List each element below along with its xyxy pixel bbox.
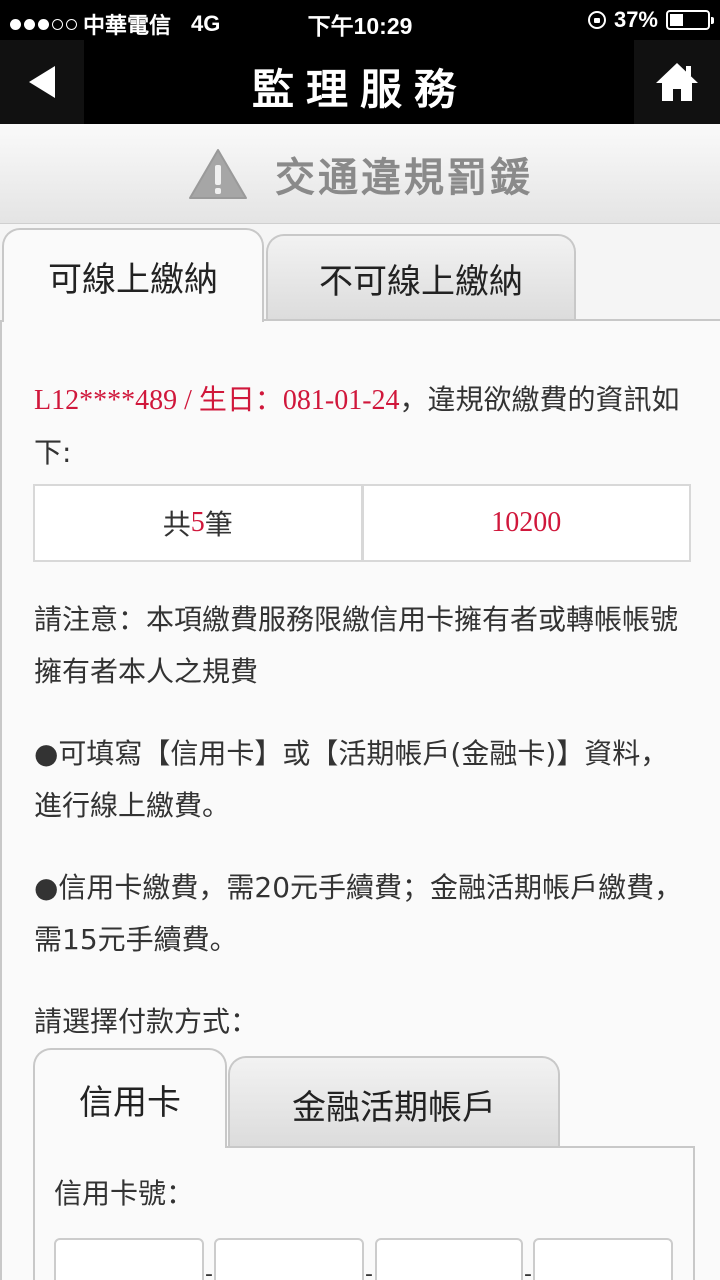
violation-info: L12****489 / 生日：081-01-24，違規欲繳費的資訊如下: <box>34 374 694 479</box>
summary-table: 共5筆 10200 <box>33 484 691 562</box>
notice-text: 請注意：本項繳費服務限繳信用卡擁有者或轉帳帳號擁有者本人之規費 <box>34 603 679 688</box>
nav-bar: 監理服務 <box>0 40 720 124</box>
card-number-input-3[interactable] <box>375 1238 523 1280</box>
id-birthday: L12****489 / 生日：081-01-24 <box>34 385 400 416</box>
card-separator: - <box>205 1262 213 1280</box>
rotation-lock-icon <box>587 11 606 29</box>
battery-percent: 37% <box>613 7 658 32</box>
inner-tab-underline <box>226 1146 695 1148</box>
tab-online-payable[interactable]: 可線上繳納 <box>2 228 264 322</box>
payment-prompt: 請選擇付款方式： <box>34 1005 259 1038</box>
card-number-input-4[interactable] <box>533 1238 673 1280</box>
tab-not-online-payable[interactable]: 不可線上繳納 <box>266 234 576 320</box>
tab-label: 信用卡 <box>79 1082 181 1123</box>
card-number-input-1[interactable] <box>54 1238 204 1280</box>
battery-icon <box>666 10 714 30</box>
card-number-label: 信用卡號： <box>54 1177 195 1210</box>
card-number-input-2[interactable] <box>214 1238 364 1280</box>
tab-label: 可線上繳納 <box>48 259 218 300</box>
card-separator: - <box>365 1262 373 1280</box>
record-count-cell: 共5筆 <box>35 486 361 560</box>
status-bar: 中華電信 4G 下午10:29 37% <box>0 0 720 40</box>
tab-label: 金融活期帳戶 <box>292 1088 496 1128</box>
warning-icon <box>189 148 247 199</box>
total-amount-cell: 10200 <box>360 486 690 560</box>
tab-label: 不可線上繳納 <box>319 261 523 302</box>
tab-credit-card[interactable]: 信用卡 <box>33 1048 227 1148</box>
card-separator: - <box>524 1262 532 1280</box>
section-header: 交通違規罰鍰 <box>0 124 720 224</box>
tab-underline <box>264 319 720 321</box>
record-count: 5 <box>190 507 205 538</box>
count-suffix: 筆 <box>204 508 233 541</box>
bullet-payment-options: ●可填寫【信用卡】或【活期帳戶(金融卡)】資料，進行線上繳費。 <box>34 737 669 822</box>
page-title: 監理服務 <box>251 65 468 114</box>
count-prefix: 共 <box>162 508 191 541</box>
battery-fill <box>670 14 683 26</box>
tab-bank-account[interactable]: 金融活期帳戶 <box>228 1056 560 1146</box>
total-amount: 10200 <box>491 507 562 538</box>
home-button[interactable] <box>634 40 720 124</box>
bullet-fees: ●信用卡繳費，需20元手續費；金融活期帳戶繳費，需15元手續費。 <box>34 871 683 956</box>
section-title: 交通違規罰鍰 <box>275 154 533 201</box>
home-icon <box>656 63 698 101</box>
status-right: 37% <box>587 7 714 33</box>
